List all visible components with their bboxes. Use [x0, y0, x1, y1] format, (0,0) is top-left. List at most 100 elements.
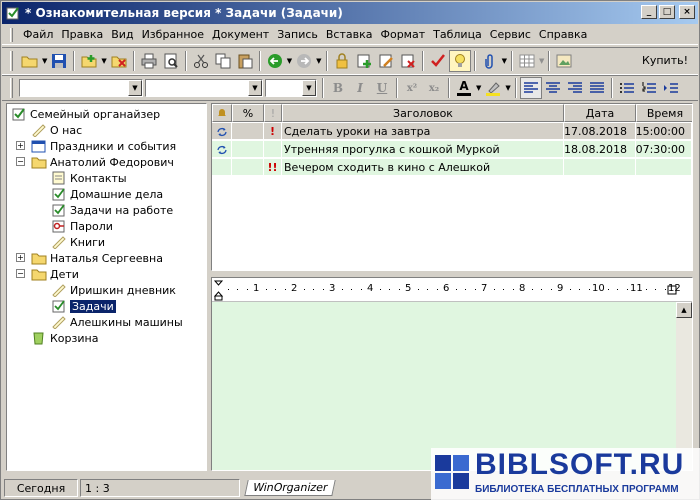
align-center-button[interactable]: [542, 77, 564, 99]
tree-node[interactable]: Пароли: [51, 218, 113, 234]
menu-grip[interactable]: [10, 27, 13, 42]
tree-node[interactable]: Иришкин дневник: [51, 282, 176, 298]
delete-record-button[interactable]: [108, 50, 130, 72]
add-item-button[interactable]: [353, 50, 375, 72]
lock-button[interactable]: [331, 50, 353, 72]
cut-button[interactable]: [190, 50, 212, 72]
menu-document[interactable]: Документ: [208, 28, 273, 41]
note-editor[interactable]: 1 2 3 4 5 6 7 8 9 10 11 12 ▲: [211, 277, 693, 471]
col-date[interactable]: Дата: [564, 104, 636, 122]
remove-item-button[interactable]: [397, 50, 419, 72]
menu-file[interactable]: Файл: [19, 28, 57, 41]
title-bar[interactable]: * Ознакомительная версия * Задачи (Задач…: [2, 2, 698, 24]
attachment-dropdown-icon[interactable]: ▼: [502, 57, 507, 65]
numbered-list-button[interactable]: [638, 77, 660, 99]
insert-image-button[interactable]: [553, 50, 575, 72]
col-title[interactable]: Заголовок: [282, 104, 564, 122]
forward-dropdown-icon[interactable]: ▼: [316, 57, 321, 65]
maximize-button[interactable]: □: [659, 5, 675, 19]
table-row-selected[interactable]: ! Сделать уроки на завтра 17.08.2018 15:…: [212, 123, 692, 140]
tree-node[interactable]: Корзина: [31, 330, 98, 346]
font-color-dropdown-icon[interactable]: ▼: [476, 84, 481, 92]
tree-node[interactable]: Наталья Сергеевна: [31, 250, 163, 266]
toolbar-grip[interactable]: [10, 51, 13, 71]
reminder-button[interactable]: [448, 50, 471, 72]
tree-collapse-icon[interactable]: −: [16, 157, 25, 166]
indent-button[interactable]: [660, 77, 682, 99]
close-button[interactable]: ×: [679, 5, 695, 19]
chevron-down-icon[interactable]: ▼: [248, 80, 262, 96]
tree-node[interactable]: Дети: [31, 266, 79, 282]
tree-expand-icon[interactable]: +: [16, 141, 25, 150]
col-reminder[interactable]: [212, 104, 232, 122]
tree-node[interactable]: Семейный органайзер: [11, 106, 160, 122]
align-left-button[interactable]: [519, 77, 542, 99]
edit-item-button[interactable]: [375, 50, 397, 72]
attachment-button[interactable]: [479, 50, 501, 72]
workspace-tab[interactable]: WinOrganizer: [244, 480, 337, 496]
forward-button[interactable]: [293, 50, 315, 72]
menu-help[interactable]: Справка: [535, 28, 591, 41]
style-combo[interactable]: ▼: [19, 79, 143, 97]
bullet-list-button[interactable]: [616, 77, 638, 99]
tree-node[interactable]: Книги: [51, 234, 105, 250]
col-priority[interactable]: !: [264, 104, 282, 122]
italic-button[interactable]: I: [349, 77, 371, 99]
font-family-combo[interactable]: ▼: [145, 79, 263, 97]
minimize-button[interactable]: _: [641, 5, 657, 19]
back-button[interactable]: [264, 50, 286, 72]
subscript-button[interactable]: x₂: [423, 77, 445, 99]
editor-scrollbar[interactable]: ▲: [676, 302, 692, 470]
tree-node[interactable]: О нас: [31, 122, 82, 138]
folder-tree[interactable]: Семейный органайзер О нас + Праздники и …: [6, 103, 207, 471]
superscript-button[interactable]: x²: [401, 77, 423, 99]
tree-node[interactable]: Праздники и события: [31, 138, 176, 154]
save-button[interactable]: [48, 50, 70, 72]
copy-button[interactable]: [212, 50, 234, 72]
chevron-down-icon[interactable]: ▼: [128, 80, 142, 96]
tree-collapse-icon[interactable]: −: [16, 269, 25, 278]
task-grid[interactable]: % ! Заголовок Дата Время ! Сделать уроки…: [211, 103, 693, 271]
tree-node[interactable]: Домашние дела: [51, 186, 163, 202]
menu-record[interactable]: Запись: [273, 28, 322, 41]
menu-service[interactable]: Сервис: [486, 28, 535, 41]
buy-button[interactable]: Купить!: [642, 54, 688, 67]
tree-node[interactable]: Контакты: [51, 170, 127, 186]
table-dropdown-icon[interactable]: ▼: [539, 57, 544, 65]
underline-button[interactable]: U: [371, 77, 393, 99]
col-time[interactable]: Время: [636, 104, 692, 122]
open-folder-button[interactable]: [19, 50, 41, 72]
paste-button[interactable]: [234, 50, 256, 72]
menu-table[interactable]: Таблица: [429, 28, 486, 41]
print-preview-button[interactable]: [160, 50, 182, 72]
highlight-button[interactable]: [482, 77, 504, 99]
align-justify-button[interactable]: [586, 77, 608, 99]
tree-node[interactable]: Анатолий Федорович: [31, 154, 174, 170]
menu-view[interactable]: Вид: [107, 28, 137, 41]
tree-node-selected[interactable]: Задачи: [51, 298, 116, 314]
align-right-button[interactable]: [564, 77, 586, 99]
new-dropdown-icon[interactable]: ▼: [101, 57, 106, 65]
bold-button[interactable]: B: [327, 77, 349, 99]
font-size-combo[interactable]: ▼: [265, 79, 317, 97]
open-dropdown-icon[interactable]: ▼: [42, 57, 47, 65]
tree-node[interactable]: Задачи на работе: [51, 202, 173, 218]
table-row[interactable]: Утренняя прогулка с кошкой Муркой 18.08.…: [212, 141, 692, 158]
col-percent[interactable]: %: [232, 104, 264, 122]
new-record-button[interactable]: [78, 50, 100, 72]
menu-insert[interactable]: Вставка: [322, 28, 377, 41]
tree-expand-icon[interactable]: +: [16, 253, 25, 262]
mark-complete-button[interactable]: [427, 50, 449, 72]
ruler[interactable]: 1 2 3 4 5 6 7 8 9 10 11 12: [212, 278, 692, 302]
menu-format[interactable]: Формат: [377, 28, 430, 41]
menu-edit[interactable]: Правка: [57, 28, 107, 41]
print-button[interactable]: [138, 50, 160, 72]
back-dropdown-icon[interactable]: ▼: [287, 57, 292, 65]
font-color-button[interactable]: A: [453, 77, 475, 99]
tree-node[interactable]: Алешкины машины: [51, 314, 183, 330]
today-button[interactable]: Сегодня: [4, 479, 78, 497]
highlight-dropdown-icon[interactable]: ▼: [505, 84, 510, 92]
scroll-up-icon[interactable]: ▲: [676, 302, 692, 318]
table-row[interactable]: !! Вечером сходить в кино с Алешкой: [212, 159, 692, 176]
format-toolbar-grip[interactable]: [10, 78, 13, 98]
